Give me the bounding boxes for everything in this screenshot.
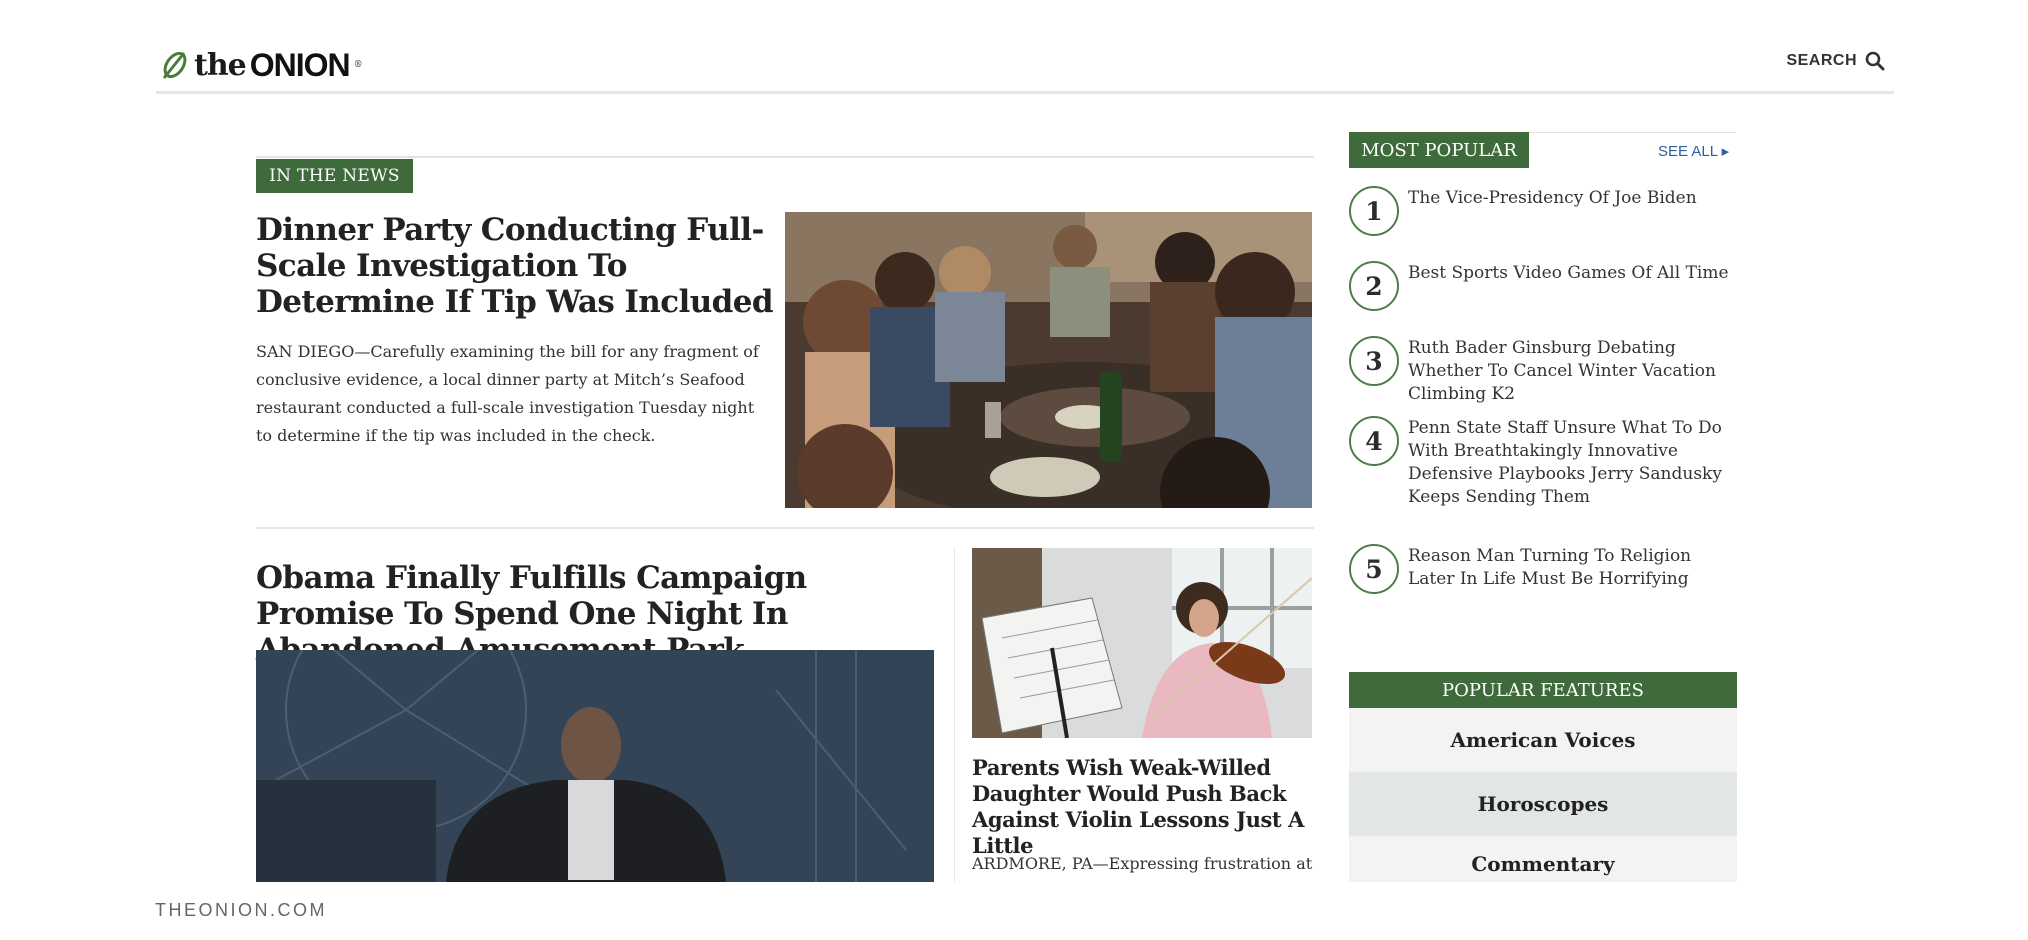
rank-number: 4	[1349, 416, 1399, 466]
logo-text-the: the	[194, 47, 247, 83]
popular-item-title: Ruth Bader Ginsburg Debating Whether To …	[1408, 338, 1716, 404]
feature-commentary[interactable]: Commentary	[1349, 836, 1737, 882]
header-divider	[156, 91, 1894, 94]
side-story-image[interactable]	[972, 548, 1312, 738]
popular-item-4[interactable]: 4 Penn State Staff Unsure What To Do Wit…	[1349, 416, 1739, 509]
side-story-headline[interactable]: Parents Wish Weak-Willed Daughter Would …	[972, 755, 1317, 859]
popular-item-title: Reason Man Turning To Religion Later In …	[1408, 546, 1692, 589]
onion-logo[interactable]: the ONION ®	[160, 45, 363, 85]
popular-item-title: The Vice-Presidency Of Joe Biden	[1408, 188, 1697, 208]
see-all-link[interactable]: SEE ALL ▸	[1658, 142, 1729, 160]
source-caption: THEONION.COM	[155, 900, 327, 920]
popular-item-1[interactable]: 1 The Vice-Presidency Of Joe Biden	[1349, 186, 1739, 236]
search-label: SEARCH	[1786, 52, 1857, 69]
story-divider	[256, 527, 1314, 529]
rank-number: 3	[1349, 336, 1399, 386]
most-popular-divider	[1529, 132, 1736, 133]
lead-story-image[interactable]	[785, 212, 1312, 508]
section-divider	[256, 156, 1314, 158]
secondary-story-image[interactable]	[256, 650, 934, 882]
lead-story-summary: SAN DIEGO—Carefully examining the bill f…	[256, 342, 759, 445]
popular-features-header: POPULAR FEATURES	[1349, 672, 1737, 708]
leaf-icon	[162, 51, 187, 79]
popular-item-title: Best Sports Video Games Of All Time	[1408, 263, 1729, 283]
feature-horoscopes[interactable]: Horoscopes	[1349, 772, 1737, 836]
rank-number: 2	[1349, 261, 1399, 311]
logo-registered-mark: ®	[353, 60, 363, 70]
section-tag-in-the-news: IN THE NEWS	[256, 159, 413, 193]
popular-item-2[interactable]: 2 Best Sports Video Games Of All Time	[1349, 261, 1739, 311]
lead-story-headline[interactable]: Dinner Party Conducting Full-Scale Inves…	[256, 212, 786, 320]
column-divider	[954, 547, 955, 882]
popular-item-title: Penn State Staff Unsure What To Do With …	[1408, 418, 1722, 507]
side-story-summary: ARDMORE, PA—Expressing frustration at	[972, 854, 1313, 873]
logo-text-onion: ONION	[249, 46, 351, 83]
popular-item-3[interactable]: 3 Ruth Bader Ginsburg Debating Whether T…	[1349, 336, 1739, 406]
search-button[interactable]: SEARCH	[1786, 51, 1885, 71]
popular-item-5[interactable]: 5 Reason Man Turning To Religion Later I…	[1349, 544, 1739, 594]
rank-number: 1	[1349, 186, 1399, 236]
most-popular-tag: MOST POPULAR	[1349, 132, 1529, 168]
rank-number: 5	[1349, 544, 1399, 594]
feature-american-voices[interactable]: American Voices	[1349, 708, 1737, 772]
search-icon	[1865, 51, 1885, 71]
